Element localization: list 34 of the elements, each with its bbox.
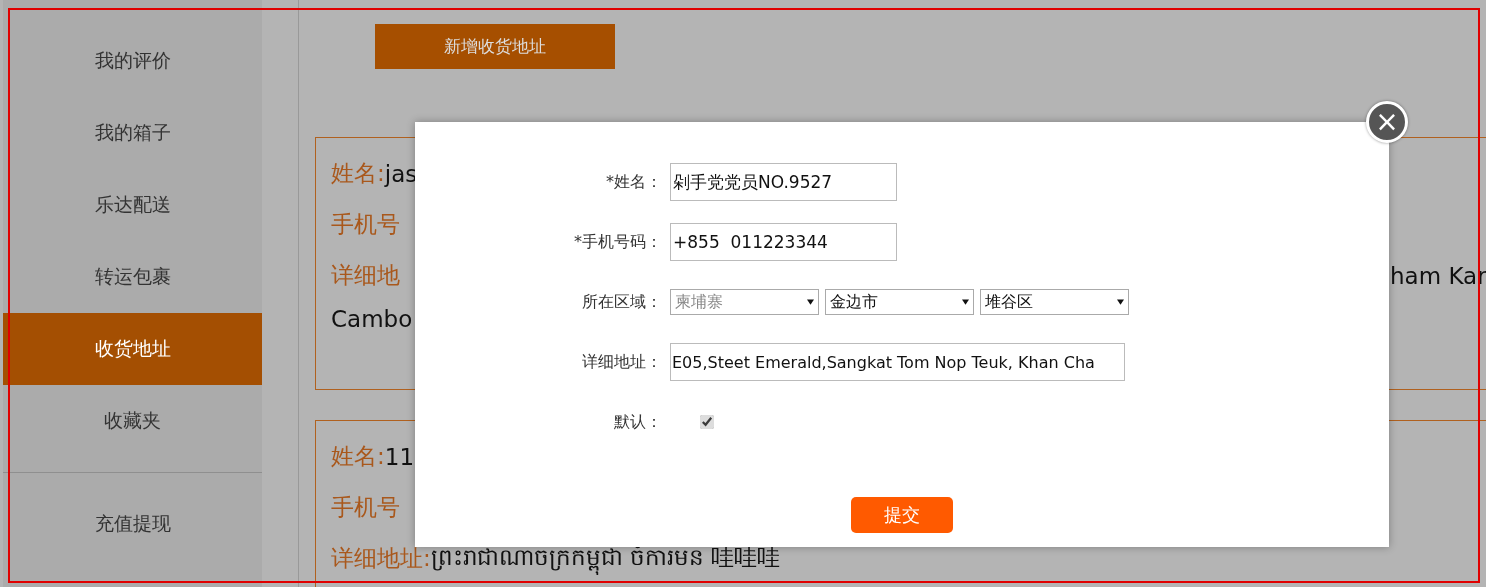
- field-label: 详细地址:: [331, 544, 431, 573]
- field-label: 姓名:: [331, 442, 385, 471]
- sidebar-item[interactable]: 我的评价: [3, 25, 262, 97]
- field-label: 详细地: [331, 261, 400, 290]
- sidebar-item[interactable]: 乐达配送: [3, 169, 262, 241]
- field-label: 姓名:: [331, 159, 385, 186]
- field-label: *姓名：: [605, 171, 663, 193]
- field-value: Cambo: [331, 305, 413, 332]
- close-button[interactable]: ×: [1366, 101, 1408, 143]
- caret-icon: [807, 299, 814, 305]
- sidebar-item[interactable]: 收货地址: [3, 313, 262, 385]
- sidebar-item[interactable]: 收藏夹: [3, 385, 262, 457]
- field-value: jas: [384, 160, 418, 187]
- input-field[interactable]: E05,Steet Emerald,Sangkat Tom Nop Teuk, Khan Cha: [670, 343, 1125, 381]
- sidebar-item[interactable]: 我的箱子: [3, 97, 262, 169]
- sidebar-item[interactable]: 充值提现: [3, 488, 262, 560]
- add-address-button[interactable]: 新增收货地址: [375, 24, 615, 69]
- dropdown[interactable]: 金边市: [825, 289, 974, 315]
- input-field[interactable]: 剁手党党员NO.9527: [670, 163, 897, 201]
- field-value: ព្រះរាជាណាចក្រកម្ពុជា ចំការមន 哇哇哇: [430, 541, 781, 576]
- caret-icon: [1117, 299, 1124, 305]
- field-label: 所在区域：: [581, 291, 663, 313]
- caret-icon: [962, 299, 969, 305]
- submit-button[interactable]: 提交: [851, 497, 953, 533]
- sidebar-item[interactable]: 转运包裹: [3, 241, 262, 313]
- field-value: 11: [384, 443, 415, 470]
- input-field[interactable]: +855 011223344: [670, 223, 897, 261]
- field-label: 详细地址：: [581, 351, 663, 373]
- checkbox[interactable]: [700, 415, 714, 429]
- field-label: 手机号: [331, 210, 400, 239]
- dropdown[interactable]: 堆谷区: [980, 289, 1129, 315]
- field-label: 手机号: [331, 493, 400, 522]
- field-label: 默认：: [613, 411, 663, 433]
- field-label: *手机号码：: [573, 231, 663, 253]
